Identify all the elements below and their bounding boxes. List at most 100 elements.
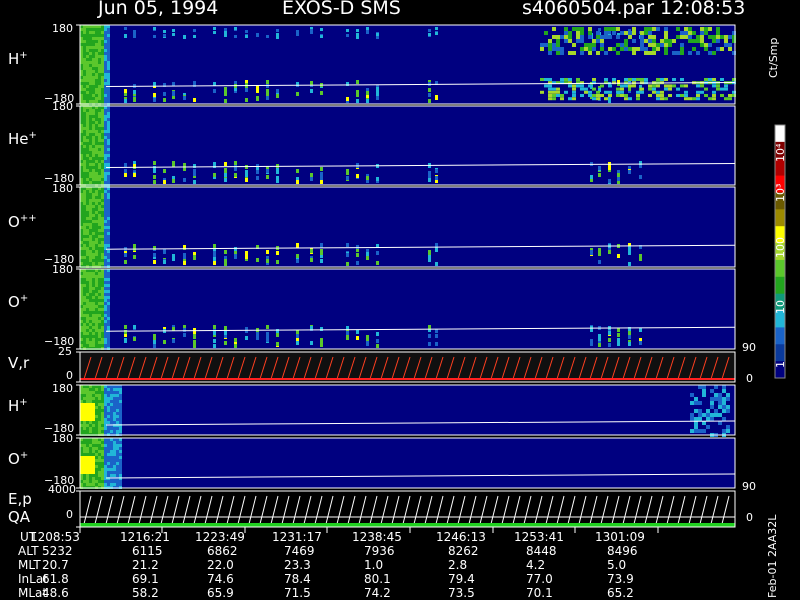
ephemeris-row-label: ALT [18,544,39,558]
heatmap-cell [104,317,107,320]
heatmap-cell [86,94,89,97]
right-axis-max: 90 [742,480,756,493]
heatmap-cell [183,163,186,167]
ephemeris-value: 5.0 [607,558,627,572]
heatmap-cell [224,28,227,31]
heatmap-cell [598,173,601,177]
ephemeris-value: 1246:13 [436,530,486,544]
heatmap-cell [104,202,107,205]
heatmap-cell [92,76,95,79]
heatmap-cell [98,133,101,136]
heatmap-cell [720,47,724,51]
heatmap-cell [648,35,652,39]
heatmap-cell [83,76,86,79]
heatmap-cell [98,302,101,305]
heatmap-cell [83,450,86,453]
heatmap-cell [89,196,92,199]
heatmap-cell [92,284,95,287]
heatmap-cell [104,302,107,305]
heatmap-cell [101,175,104,178]
heatmap-cell [580,35,584,39]
heatmap-cell [98,397,101,400]
heatmap-cell [95,112,98,115]
heatmap-cell [640,47,644,51]
heatmap-cell [596,39,600,43]
heatmap-cell [572,97,576,101]
heatmap-cell [107,124,110,127]
heatmap-cell [101,415,104,418]
heatmap-cell [107,290,110,293]
heatmap-cell [86,160,89,163]
heatmap-cell [356,80,359,84]
heatmap-cell [107,244,110,247]
ephemeris-value: 79.4 [448,572,475,586]
heatmap-cell [104,287,107,290]
heatmap-cell [107,181,110,184]
heatmap-cell [724,43,728,47]
heatmap-cell [95,166,98,169]
heatmap-cell [116,462,119,465]
heatmap-cell [89,259,92,262]
heatmap-cell [101,67,104,70]
heatmap-cell [101,151,104,154]
heatmap-cell [640,43,644,47]
heatmap-cell [104,421,107,424]
ephemeris-value: 21.2 [132,558,159,572]
heatmap-cell [86,133,89,136]
heatmap-cell [110,453,113,456]
heatmap-cell [92,154,95,157]
heatmap-cell [86,329,89,332]
heatmap-cell [224,99,227,103]
heatmap-cell [684,94,688,97]
heatmap-cell [89,76,92,79]
heatmap-cell [604,35,608,39]
heatmap-cell [83,199,86,202]
heatmap-cell [83,329,86,332]
heatmap-cell [83,314,86,317]
heatmap-cell [548,43,552,47]
heatmap-cell [576,78,580,81]
heatmap-cell [572,43,576,47]
heatmap-cell [107,341,110,344]
heatmap-cell [95,296,98,299]
heatmap-cell [153,180,156,184]
heatmap-cell [101,421,104,424]
heatmap-cell [632,27,636,31]
heatmap-cell [86,37,89,40]
heatmap-cell [98,256,101,259]
heatmap-cell [95,139,98,142]
heatmap-cell [101,281,104,284]
heatmap-cell [276,170,279,174]
qa-bar [80,523,735,527]
heatmap-cell [98,127,101,130]
heatmap-cell [83,61,86,64]
heatmap-cell [101,450,104,453]
heatmap-cell [556,94,560,97]
heatmap-cell [722,389,726,393]
heatmap-cell [116,391,119,394]
heatmap-cell [101,49,104,52]
heatmap-cell [256,89,259,93]
heatmap-cell [124,34,127,37]
heatmap-cell [92,178,95,181]
heatmap-cell [83,317,86,320]
heatmap-cell [89,88,92,91]
heatmap-cell [544,31,548,35]
heatmap-cell [83,335,86,338]
heatmap-cell [95,447,98,450]
heatmap-cell [600,39,604,43]
heatmap-cell [296,33,299,36]
heatmap-cell [104,220,107,223]
heatmap-cell [296,180,299,184]
heatmap-cell [310,341,313,345]
heatmap-cell [548,47,552,51]
heatmap-cell [101,169,104,172]
heatmap-cell [266,175,269,179]
heatmap-cell [83,148,86,151]
heatmap-cell [101,293,104,296]
heatmap-cell [116,480,119,483]
ephemeris-value: 20.7 [42,558,69,572]
heatmap-cell [98,480,101,483]
heatmap-cell [107,223,110,226]
heatmap-cell [710,401,714,405]
